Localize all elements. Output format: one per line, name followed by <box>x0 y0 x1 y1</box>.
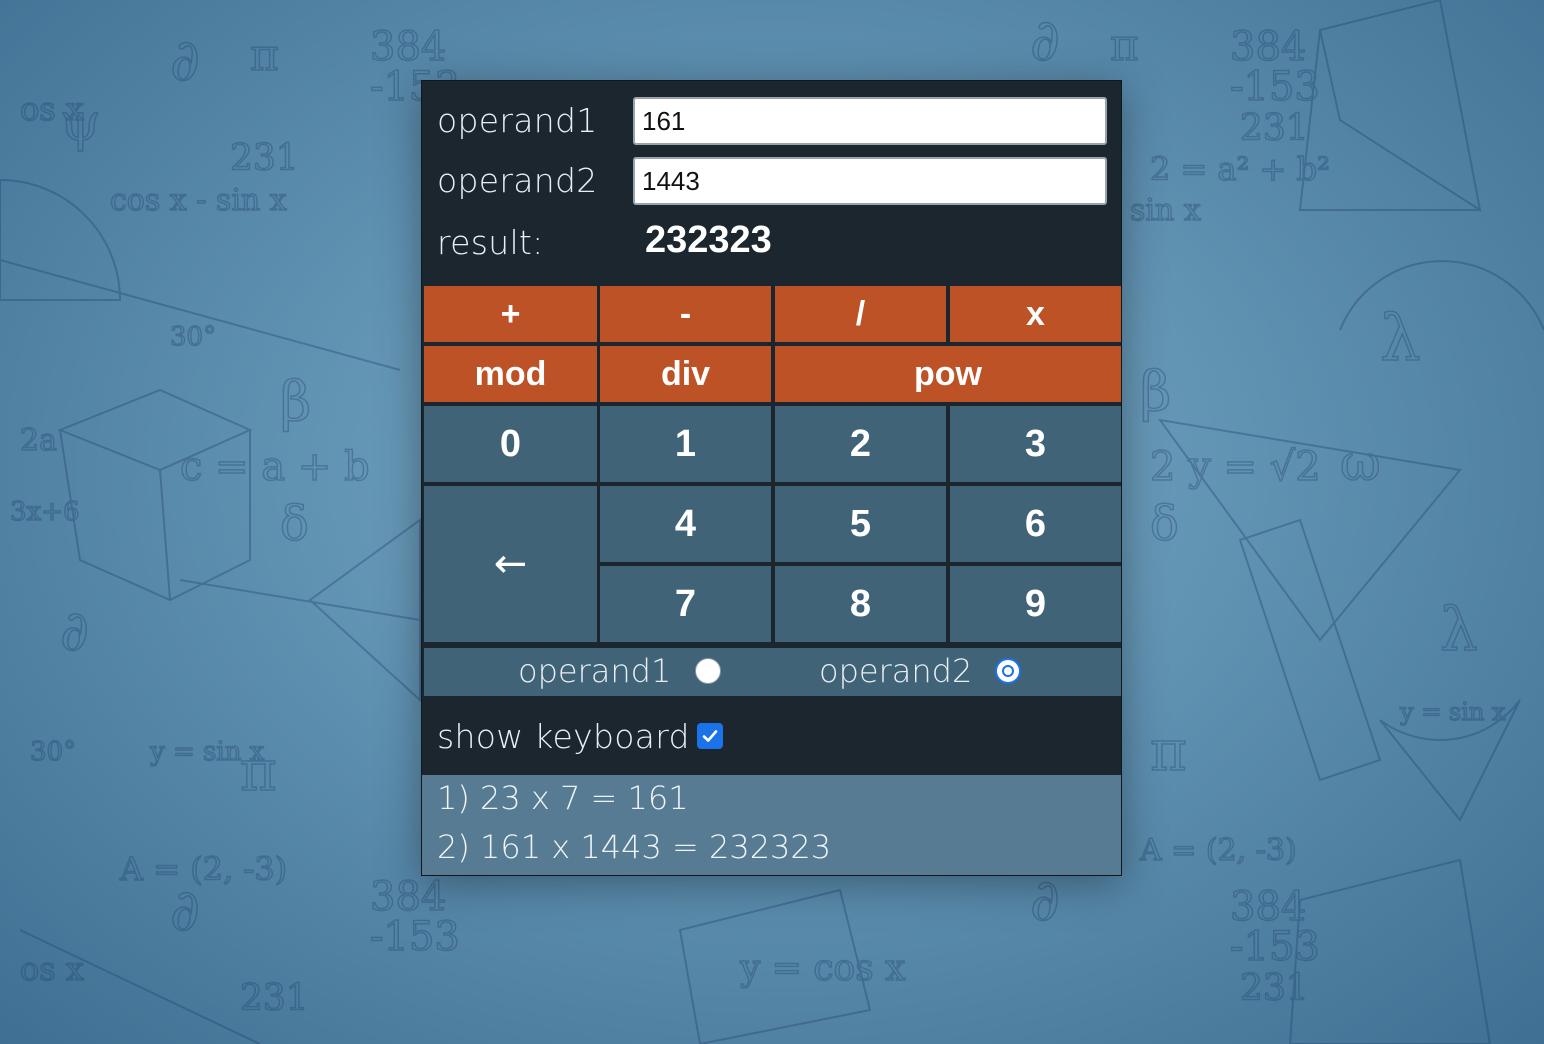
svg-text:os x: os x <box>20 90 84 128</box>
svg-text:A = (2, -3): A = (2, -3) <box>119 850 287 888</box>
svg-text:∂: ∂ <box>1030 6 1060 74</box>
show-keyboard-label: show keyboard <box>437 717 690 756</box>
svg-text:231: 231 <box>1240 968 1309 1009</box>
svg-text:231: 231 <box>240 978 309 1019</box>
svg-text:∂: ∂ <box>170 26 200 94</box>
svg-text:∂: ∂ <box>60 599 89 664</box>
svg-text:c = a + b: c = a + b <box>180 444 370 490</box>
backspace-button[interactable]: ← <box>424 486 597 642</box>
svg-text:ω: ω <box>1340 434 1381 492</box>
target-operand-selector: operand1 operand2 <box>424 648 1121 696</box>
svg-text:2a: 2a <box>20 423 57 458</box>
key-5-button[interactable]: 5 <box>775 486 946 562</box>
mod-button[interactable]: mod <box>424 346 597 402</box>
operand2-label: operand2 <box>437 161 598 200</box>
key-8-button[interactable]: 8 <box>775 566 946 642</box>
svg-text:-153: -153 <box>1230 64 1320 110</box>
svg-text:-153: -153 <box>370 914 460 960</box>
svg-text:π: π <box>1150 719 1187 784</box>
subtract-button[interactable]: - <box>600 286 771 342</box>
radio-operand2[interactable] <box>995 658 1021 684</box>
svg-text:sin x: sin x <box>1130 193 1201 228</box>
operand1-input[interactable] <box>633 97 1107 145</box>
key-1-button[interactable]: 1 <box>600 406 771 482</box>
history-list: 1) 23 x 7 = 161 2) 161 x 1443 = 232323 <box>422 775 1121 875</box>
key-9-button[interactable]: 9 <box>950 566 1121 642</box>
svg-text:A = (2, -3): A = (2, -3) <box>1139 833 1297 868</box>
radio-operand1[interactable] <box>695 658 721 684</box>
result-value: 232323 <box>645 219 772 261</box>
svg-text:30°: 30° <box>170 322 216 352</box>
svg-text:2 y = √2: 2 y = √2 <box>1150 444 1321 490</box>
calculator-panel: operand1 operand2 result: 232323 + - / x… <box>421 80 1122 876</box>
key-2-button[interactable]: 2 <box>775 406 946 482</box>
svg-text:π: π <box>250 30 279 81</box>
svg-text:β: β <box>280 370 311 433</box>
key-7-button[interactable]: 7 <box>600 566 771 642</box>
svg-text:231: 231 <box>230 138 299 179</box>
radio-operand1-label: operand1 <box>518 652 672 690</box>
key-0-button[interactable]: 0 <box>424 406 597 482</box>
pow-button[interactable]: pow <box>775 346 1121 402</box>
operand2-row: operand2 <box>437 157 1108 207</box>
svg-text:∂: ∂ <box>170 876 200 944</box>
result-label: result: <box>437 223 544 262</box>
operand1-label: operand1 <box>437 101 598 140</box>
key-4-button[interactable]: 4 <box>600 486 771 562</box>
operand2-input[interactable] <box>633 157 1107 205</box>
multiply-button[interactable]: x <box>950 286 1121 342</box>
svg-text:231: 231 <box>1240 108 1309 149</box>
svg-text:δ: δ <box>1150 496 1179 552</box>
svg-text:y = cos x: y = cos x <box>739 948 905 989</box>
svg-text:π: π <box>240 739 277 804</box>
svg-text:y = sin x: y = sin x <box>1399 698 1506 726</box>
svg-text:30°: 30° <box>30 737 76 767</box>
svg-text:π: π <box>1110 20 1139 71</box>
history-item: 2) 161 x 1443 = 232323 <box>437 828 832 866</box>
svg-text:β: β <box>1140 360 1171 423</box>
svg-text:λ: λ <box>1440 595 1478 665</box>
add-button[interactable]: + <box>424 286 597 342</box>
svg-text:δ: δ <box>280 496 309 552</box>
history-item: 1) 23 x 7 = 161 <box>437 779 689 817</box>
radio-operand2-label: operand2 <box>819 652 973 690</box>
operand1-row: operand1 <box>437 97 1108 147</box>
divide-button[interactable]: / <box>775 286 946 342</box>
div-button[interactable]: div <box>600 346 771 402</box>
show-keyboard-checkbox[interactable] <box>697 723 723 749</box>
checkmark-icon <box>702 730 718 742</box>
key-3-button[interactable]: 3 <box>950 406 1121 482</box>
svg-text:λ: λ <box>1380 302 1421 376</box>
svg-text:∂: ∂ <box>1030 866 1060 934</box>
key-6-button[interactable]: 6 <box>950 486 1121 562</box>
show-keyboard-row: show keyboard <box>437 713 1108 763</box>
svg-text:3x+6: 3x+6 <box>10 497 80 527</box>
svg-text:cos x - sin x: cos x - sin x <box>110 183 287 218</box>
svg-text:-153: -153 <box>1230 924 1320 970</box>
